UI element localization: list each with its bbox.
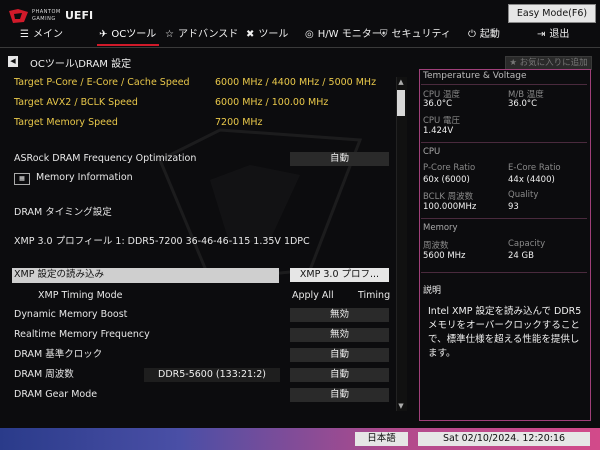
scrollbar-thumb[interactable] <box>397 90 405 116</box>
dram-gear-mode-value[interactable]: 自動 <box>290 388 389 402</box>
dram-freq-opt-label[interactable]: ASRock DRAM Frequency Optimization <box>14 151 196 167</box>
scroll-up-icon[interactable]: ▲ <box>396 77 406 87</box>
monitor-icon: ◎ <box>305 29 314 40</box>
xmp-load-value[interactable]: XMP 3.0 プロフ... <box>290 268 389 282</box>
xmp-profile-text: XMP 3.0 プロフィール 1: DDR5-7200 36-46-46-115… <box>14 236 310 247</box>
panel-divider <box>421 84 587 85</box>
add-favorite-button[interactable]: ★ お気に入りに追加 <box>505 56 592 70</box>
ecore-ratio-label: E-Core Ratio <box>508 163 561 173</box>
brand-logo: PHANTOM GAMING UEFI <box>8 8 98 24</box>
tab-tools[interactable]: ✖ ツール <box>246 26 288 44</box>
description-title: 説明 <box>423 286 442 296</box>
dram-freq-opt-value[interactable]: 自動 <box>290 152 389 166</box>
rocket-icon: ✈ <box>99 29 108 40</box>
back-arrow-icon: ◀ <box>10 57 16 65</box>
scrollbar-track[interactable] <box>396 77 407 411</box>
tab-advanced[interactable]: ☆ アドバンスド <box>165 26 238 44</box>
target-core-speed-label: Target P-Core / E-Core / Cache Speed <box>14 77 190 88</box>
language-button[interactable]: 日本語 <box>355 432 408 446</box>
quality-label: Quality <box>508 190 539 200</box>
header-divider <box>0 47 600 48</box>
memory-freq-value: 5600 MHz <box>423 251 466 261</box>
cpu-temp-value: 36.0°C <box>423 99 453 109</box>
tab-exit[interactable]: ⇥ 退出 <box>537 26 569 44</box>
mb-temp-value: 36.0°C <box>508 99 538 109</box>
dram-frequency-value[interactable]: 自動 <box>290 368 389 382</box>
xmp-load-label[interactable]: XMP 設定の読み込み <box>14 267 104 283</box>
ecore-ratio-value: 44x (4400) <box>508 175 555 185</box>
active-tab-indicator <box>97 44 159 46</box>
cpu-voltage-label: CPU 電圧 <box>423 116 460 126</box>
target-core-speed-value: 6000 MHz / 4400 MHz / 5000 MHz <box>215 77 377 88</box>
easy-mode-button[interactable]: Easy Mode(F6) <box>508 4 596 23</box>
memory-capacity-label: Capacity <box>508 239 546 249</box>
pcore-ratio-label: P-Core Ratio <box>423 163 476 173</box>
bclk-label: BCLK 周波数 <box>423 192 474 202</box>
dram-timing-header: DRAM タイミング設定 <box>14 207 112 218</box>
dynamic-memory-boost-label[interactable]: Dynamic Memory Boost <box>14 307 127 323</box>
cpu-section-header: CPU <box>423 147 441 157</box>
memory-capacity-value: 24 GB <box>508 251 534 261</box>
tab-main[interactable]: ☰ メイン <box>20 26 63 44</box>
main-nav: ☰ メイン ✈ OCツール ☆ アドバンスド ✖ ツール ◎ H/W モニター ⛨ セキュリ… <box>0 26 600 44</box>
tab-security[interactable]: ⛨ セキュリティ <box>380 26 451 44</box>
target-memory-speed-value: 7200 MHz <box>215 117 263 128</box>
xmp-timing-mode-value[interactable]: Apply All <box>292 288 334 304</box>
tools-icon: ✖ <box>246 29 255 40</box>
exit-icon: ⇥ <box>537 29 546 40</box>
memory-section-header: Memory <box>423 223 458 233</box>
pcore-ratio-value: 60x (6000) <box>423 175 470 185</box>
phantom-logo-icon <box>9 9 28 23</box>
xmp-timing-mode-label[interactable]: XMP Timing Mode <box>38 288 122 304</box>
dram-gear-mode-label[interactable]: DRAM Gear Mode <box>14 387 97 403</box>
dynamic-memory-boost-value[interactable]: 無効 <box>290 308 389 322</box>
panel-divider <box>421 218 587 219</box>
power-icon: ⏻ <box>468 29 476 40</box>
star-icon: ★ <box>509 58 520 68</box>
target-memory-speed-label: Target Memory Speed <box>14 117 118 128</box>
tab-oc-tools[interactable]: ✈ OCツール <box>99 26 156 44</box>
panel-divider <box>421 272 587 273</box>
target-avx2-bclk-value: 6000 MHz / 100.00 MHz <box>215 97 329 108</box>
dram-base-clock-value[interactable]: 自動 <box>290 348 389 362</box>
tab-boot[interactable]: ⏻ 起動 <box>468 26 500 44</box>
cpu-voltage-value: 1.424V <box>423 126 454 136</box>
brand-uefi: UEFI <box>65 9 94 22</box>
scroll-down-icon[interactable]: ▼ <box>396 401 406 411</box>
background-logo-graphic <box>158 128 363 282</box>
memory-information-item[interactable]: ▦ Memory Information <box>14 170 133 186</box>
quality-value: 93 <box>508 202 519 212</box>
brand-line2: GAMING <box>32 16 56 22</box>
shield-icon: ⛨ <box>380 29 388 40</box>
back-button[interactable]: ◀ <box>8 56 18 67</box>
bclk-value: 100.000MHz <box>423 202 477 212</box>
memory-chip-icon: ▦ <box>14 173 30 185</box>
target-avx2-bclk-label: Target AVX2 / BCLK Speed <box>14 97 138 108</box>
star-icon: ☆ <box>165 29 174 40</box>
panel-title: Temperature & Voltage <box>423 71 527 81</box>
realtime-memory-freq-value[interactable]: 無効 <box>290 328 389 342</box>
tab-hw-monitor[interactable]: ◎ H/W モニター <box>305 26 382 44</box>
description-text: Intel XMP 設定を読み込んで DDR5 メモリをオーバークロックすること… <box>428 306 582 359</box>
brand-line1: PHANTOM <box>32 9 61 15</box>
xmp-timing-mode-value2[interactable]: Timing <box>358 288 390 304</box>
dram-frequency-label[interactable]: DRAM 周波数 <box>14 367 74 383</box>
memory-freq-label: 周波数 <box>423 241 449 251</box>
panel-divider <box>421 142 587 143</box>
dram-base-clock-label[interactable]: DRAM 基準クロック <box>14 347 102 363</box>
realtime-memory-freq-label[interactable]: Realtime Memory Frequency <box>14 327 150 343</box>
dram-frequency-current: DDR5-5600 (133:21:2) <box>144 368 280 382</box>
datetime-display: Sat 02/10/2024. 12:20:16 <box>418 432 590 446</box>
breadcrumb: OCツール\DRAM 設定 <box>30 59 132 70</box>
list-icon: ☰ <box>20 29 29 40</box>
